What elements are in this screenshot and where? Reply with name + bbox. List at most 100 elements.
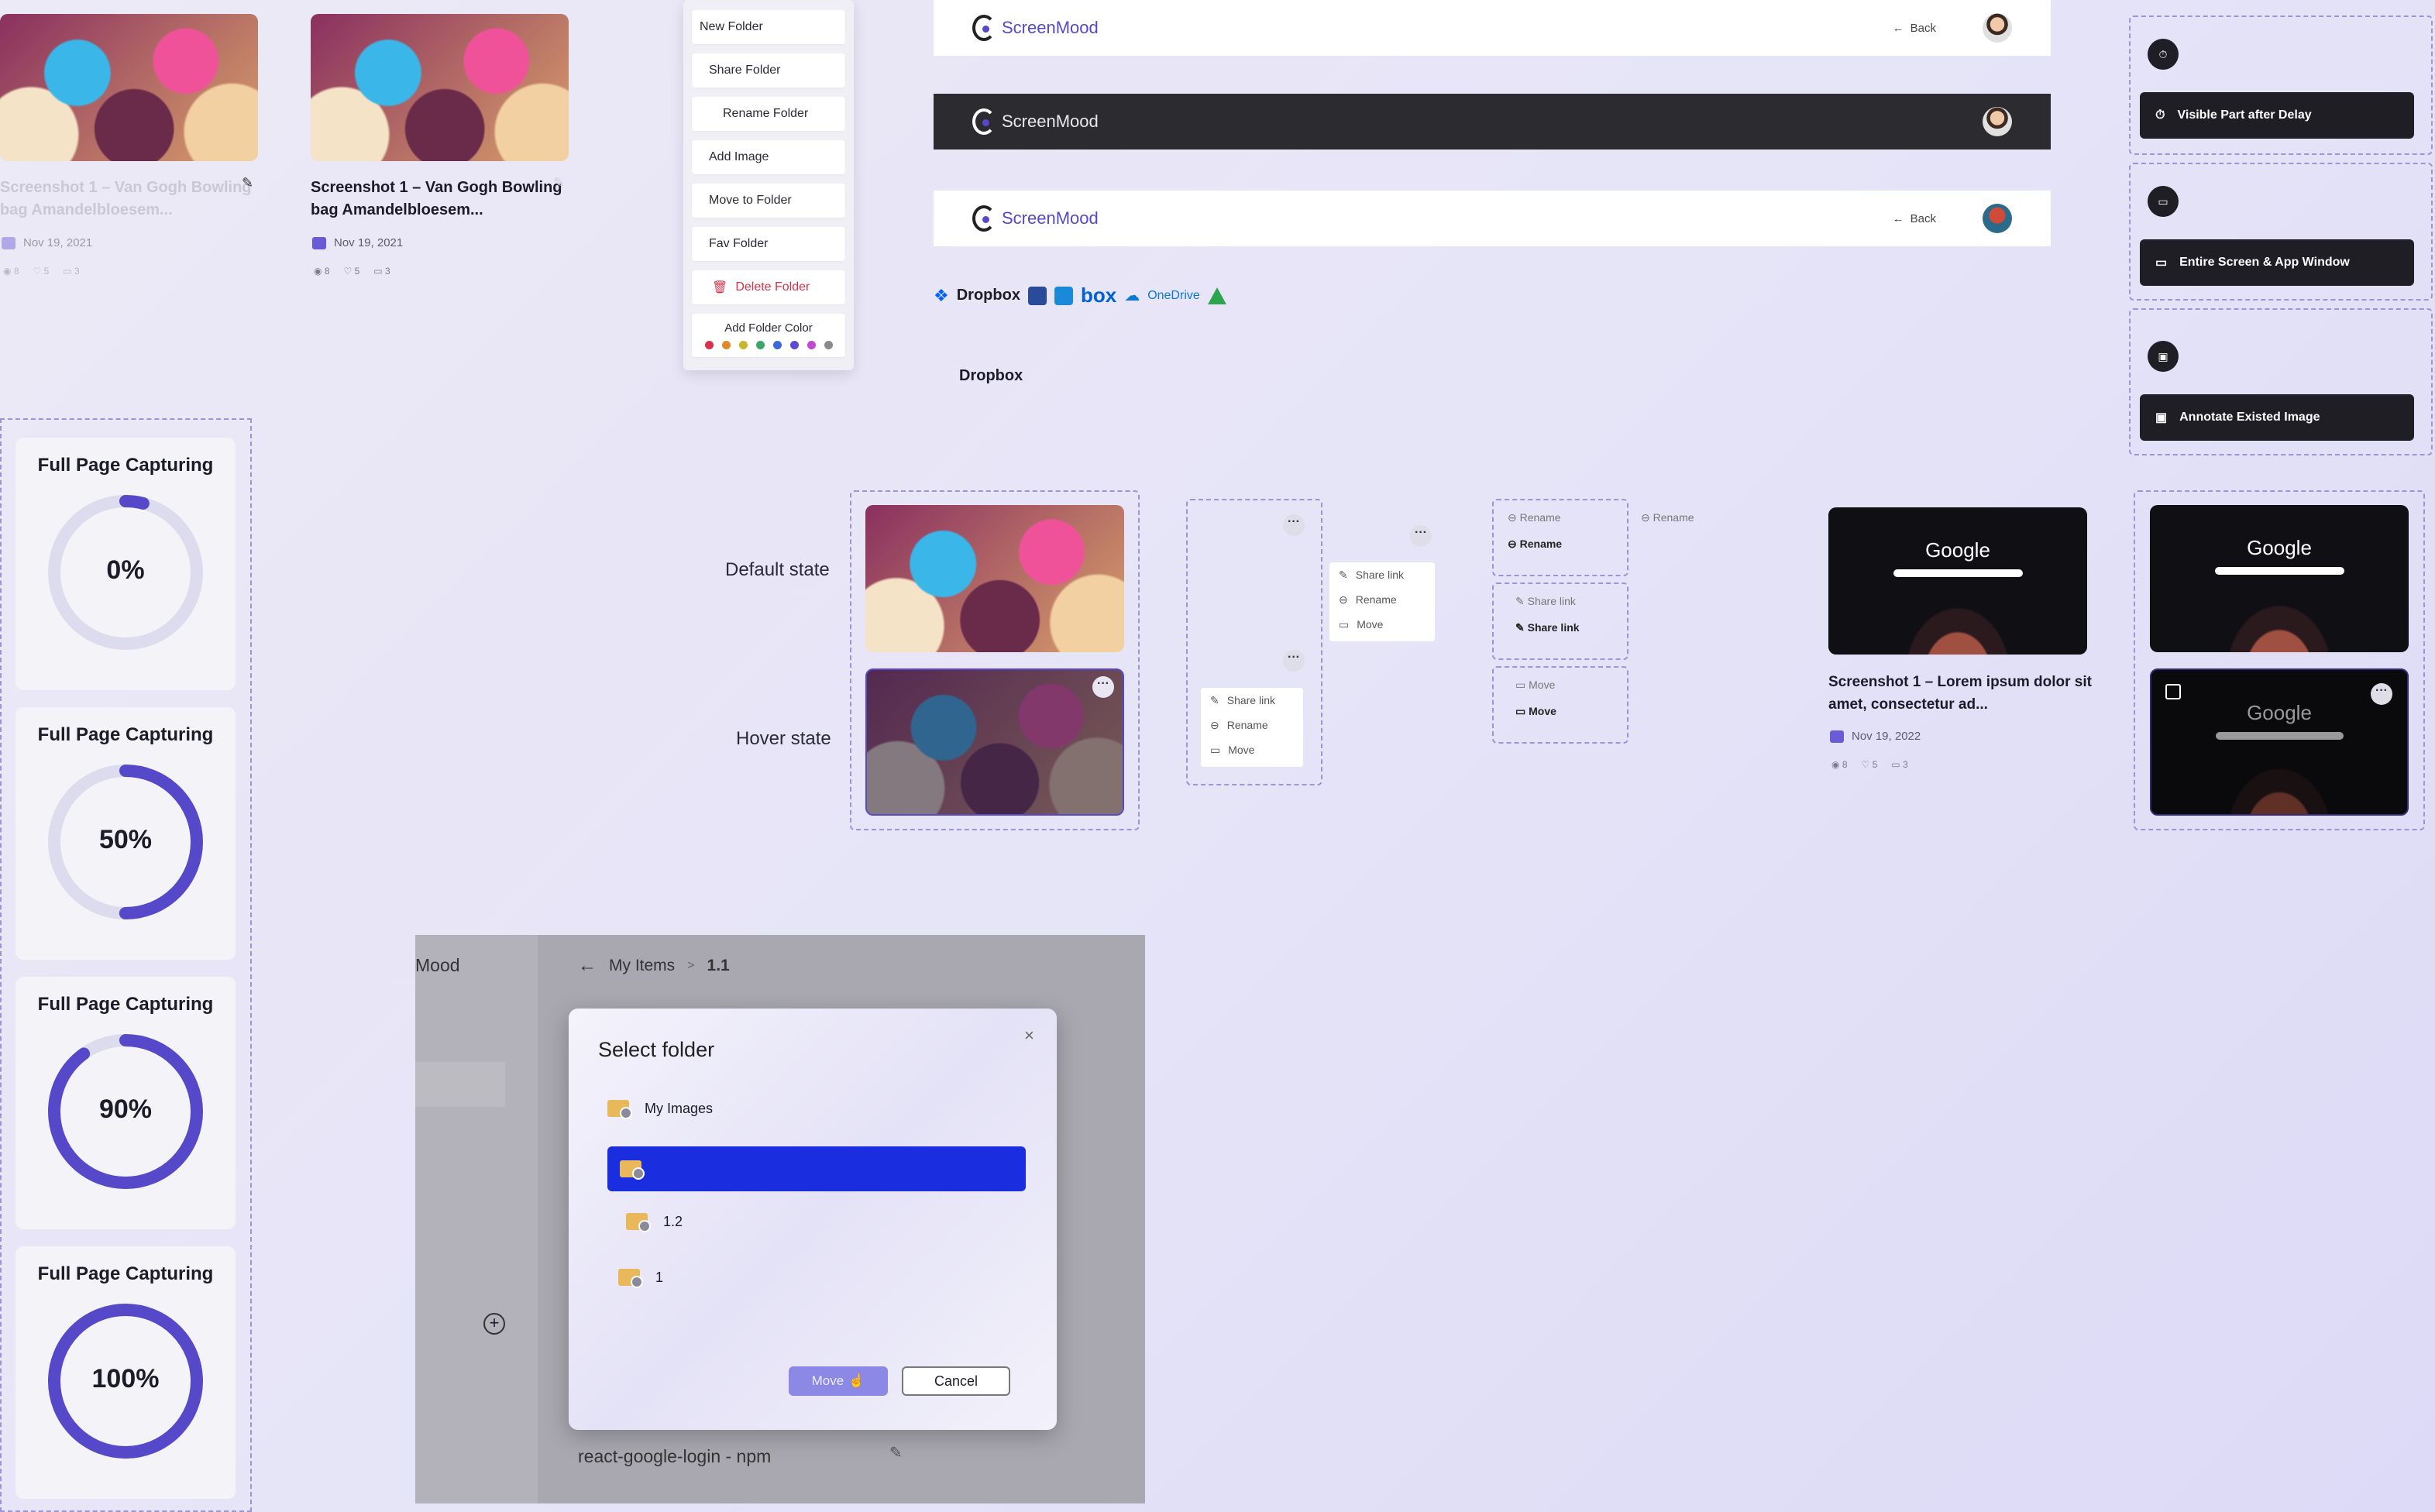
- context-menu: ✎ Share link ⊖ Rename ▭ Move: [1201, 688, 1303, 767]
- timer-icon[interactable]: ⏱: [2148, 39, 2179, 70]
- folder-icon: [626, 1213, 651, 1232]
- folder-row-my-images[interactable]: My Images: [607, 1100, 713, 1119]
- default-state-thumbnail[interactable]: [865, 505, 1124, 652]
- avatar[interactable]: [1983, 204, 2012, 233]
- more-options-icon[interactable]: ···: [1092, 676, 1114, 698]
- color-swatch[interactable]: [704, 341, 714, 349]
- avatar[interactable]: [1983, 107, 2012, 136]
- rename-item[interactable]: ⊖ Rename: [1201, 713, 1303, 737]
- card-stats-2: ◉ 8 ♡ 5 ▭ 3: [314, 266, 390, 277]
- back-button[interactable]: ← Back: [1893, 22, 1936, 35]
- move-variant: [1492, 666, 1628, 744]
- folder-row-1-2[interactable]: 1.2: [626, 1213, 683, 1232]
- color-swatch[interactable]: [755, 341, 765, 349]
- share-folder-item[interactable]: Share Folder: [692, 53, 845, 88]
- card-title-2: Screenshot 1 – Van Gogh Bowling bag Aman…: [311, 179, 562, 218]
- fav-folder-item[interactable]: Fav Folder: [692, 227, 845, 261]
- hover-state-thumbnail[interactable]: [865, 668, 1124, 816]
- rename-folder-item[interactable]: Rename Folder: [692, 97, 845, 131]
- search-bar-preview: [2214, 567, 2344, 575]
- likes-stat: ♡ 5: [343, 266, 360, 277]
- avatar[interactable]: [1983, 13, 2012, 43]
- add-image-item[interactable]: Add Image: [692, 140, 845, 174]
- card-thumbnail-2[interactable]: [311, 14, 569, 161]
- google-thumbnail-default[interactable]: Google: [2150, 505, 2409, 652]
- add-icon[interactable]: +: [483, 1313, 505, 1335]
- move-button[interactable]: Move ☝: [789, 1366, 888, 1396]
- edit-icon[interactable]: ✎: [889, 1443, 903, 1462]
- progress-percentage: 50%: [98, 825, 153, 854]
- color-swatch[interactable]: [738, 341, 748, 349]
- card-thumbnail-1[interactable]: [0, 14, 258, 161]
- folder-icon: [618, 1269, 643, 1288]
- google-logo: Google: [2247, 701, 2312, 724]
- move-item[interactable]: ▭ Move: [1201, 737, 1303, 762]
- progress-card-title: Full Page Capturing: [37, 724, 214, 745]
- share-hover[interactable]: ✎ Share link: [1515, 621, 1580, 634]
- likes-stat: ♡ 5: [33, 266, 50, 277]
- logo-text: ScreenMood: [1002, 112, 1099, 131]
- edit-icon[interactable]: ✎: [553, 175, 565, 191]
- google-thumbnail-hover[interactable]: Google: [2150, 668, 2409, 816]
- folder-row-1[interactable]: 1: [618, 1269, 663, 1288]
- color-swatch[interactable]: [824, 341, 833, 349]
- google-thumbnail[interactable]: Google: [1828, 507, 2087, 655]
- select-folder-dialog: Select folder × My Images 1.1 1.2 1 Move…: [569, 1009, 1057, 1430]
- box-label: box: [1080, 284, 1117, 307]
- delete-folder-item[interactable]: 🗑 Delete Folder: [692, 270, 845, 304]
- google-card-stats: ◉ 8 ♡ 5 ▭ 3: [1831, 759, 1908, 770]
- arrow-left-icon[interactable]: ←: [578, 955, 597, 977]
- image-icon[interactable]: ▣: [2148, 341, 2179, 372]
- new-folder-item[interactable]: New Folder: [692, 10, 845, 44]
- pencil-icon: ✎: [1339, 568, 1348, 581]
- screenmood-logo-icon: [972, 108, 996, 135]
- more-options-icon[interactable]: ···: [1283, 650, 1305, 672]
- color-swatch[interactable]: [772, 341, 782, 349]
- folder-row-selected[interactable]: 1.1: [607, 1146, 1026, 1191]
- color-swatch[interactable]: [721, 341, 731, 349]
- folder-color-picker: Add Folder Color: [692, 314, 845, 357]
- move-to-folder-item[interactable]: Move to Folder: [692, 184, 845, 218]
- select-checkbox[interactable]: [2165, 684, 2181, 699]
- dropbox-square-icon: [1027, 286, 1047, 305]
- share-link-item[interactable]: ✎ Share link: [1201, 688, 1303, 713]
- visible-part-delay-button[interactable]: ⏱ Visible Part after Delay: [2140, 92, 2414, 139]
- onedrive-label: OneDrive: [1147, 288, 1200, 302]
- color-swatch[interactable]: [789, 341, 799, 349]
- move-item[interactable]: ▭ Move: [1329, 612, 1435, 637]
- more-options-icon[interactable]: ···: [2371, 683, 2392, 705]
- search-bar-preview: [2215, 732, 2344, 740]
- close-icon[interactable]: ×: [1024, 1026, 1034, 1046]
- move-normal[interactable]: ▭ Move: [1515, 679, 1555, 692]
- edit-icon[interactable]: ✎: [242, 175, 253, 191]
- folder-icon: ▭: [1339, 617, 1350, 631]
- comments-stat: ▭ 3: [63, 266, 80, 277]
- monitor-icon[interactable]: ▭: [2148, 186, 2179, 217]
- dropbox-label: Dropbox: [956, 287, 1020, 304]
- share-link-item[interactable]: ✎ Share link: [1329, 562, 1435, 587]
- dropbox-icon: ❖: [934, 285, 949, 305]
- bottom-list-item[interactable]: react-google-login - npm: [578, 1446, 771, 1467]
- entire-screen-button[interactable]: ▭ Entire Screen & App Window: [2140, 239, 2414, 286]
- annotate-image-button[interactable]: ▣ Annotate Existed Image: [2140, 394, 2414, 441]
- views-stat: ◉ 8: [1831, 759, 1848, 770]
- logo-text: ScreenMood: [1002, 208, 1099, 228]
- back-button[interactable]: ← Back: [1893, 212, 1936, 225]
- header-dark: ScreenMood: [934, 94, 2051, 149]
- trash-icon: 🗑: [712, 281, 728, 294]
- share-normal[interactable]: ✎ Share link: [1515, 595, 1576, 608]
- google-drive-icon: [1207, 287, 1226, 304]
- progress-percentage: 0%: [106, 555, 145, 585]
- more-options-icon[interactable]: ···: [1283, 514, 1305, 536]
- color-swatch[interactable]: [807, 341, 816, 349]
- progress-card: Full Page Capturing 100%: [15, 1246, 236, 1499]
- rename-hover[interactable]: ⊖ Rename: [1508, 538, 1562, 551]
- more-options-icon[interactable]: ···: [1410, 525, 1432, 547]
- rename-plain[interactable]: ⊖ Rename: [1641, 511, 1694, 524]
- rename-normal[interactable]: ⊖ Rename: [1508, 511, 1561, 524]
- move-hover[interactable]: ▭ Move: [1515, 705, 1556, 718]
- rename-item[interactable]: ⊖ Rename: [1329, 587, 1435, 612]
- storage-heading: Dropbox: [959, 367, 1023, 384]
- cancel-button[interactable]: Cancel: [902, 1366, 1010, 1396]
- progress-card-title: Full Page Capturing: [37, 1263, 214, 1284]
